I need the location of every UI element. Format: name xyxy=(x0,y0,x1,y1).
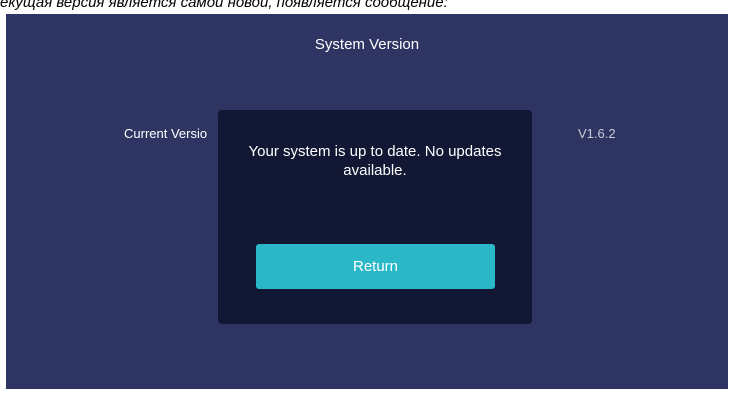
return-button[interactable]: Return xyxy=(256,244,495,289)
system-version-screen: System Version Current Versio V1.6.2 You… xyxy=(6,14,728,389)
dialog-message: Your system is up to date. No updates av… xyxy=(248,143,502,179)
page-title: System Version xyxy=(314,36,420,53)
document-caption: екущая версия является самой новой, появ… xyxy=(0,0,448,10)
current-version-value: V1.6.2 xyxy=(578,126,616,141)
current-version-label: Current Versio xyxy=(124,126,208,141)
update-status-dialog: Your system is up to date. No updates av… xyxy=(218,110,532,324)
